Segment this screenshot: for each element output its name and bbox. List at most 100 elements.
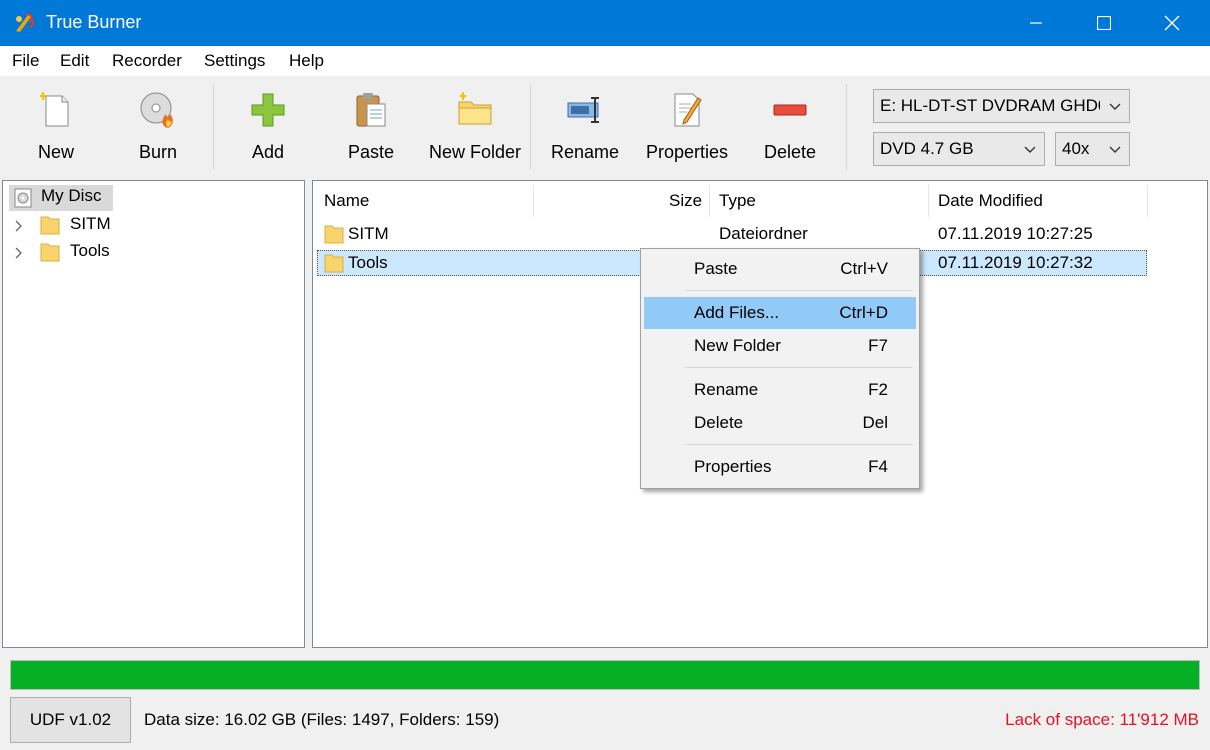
cell-name: Tools [348,253,388,272]
context-separator [685,367,913,368]
toolbar-separator [530,84,531,170]
properties-button[interactable]: Properties [644,76,730,176]
speed-select[interactable]: 40x [1055,132,1130,166]
context-item-properties[interactable]: Properties F4 [644,451,916,483]
column-size[interactable]: Size [669,191,702,211]
tree-item-tools[interactable]: Tools [13,241,133,265]
app-flame-icon [16,13,35,32]
chevron-down-icon [1024,146,1036,153]
paste-label: Paste [347,142,395,162]
context-item-shortcut: F2 [868,380,888,399]
disc-type-select[interactable]: DVD 4.7 GB [873,132,1045,166]
lack-of-space-text: Lack of space: 11'912 MB [1005,710,1199,729]
delete-minus-icon [773,104,807,116]
progress-fill [11,661,1199,689]
tree-root-label: My Disc [41,186,102,205]
burn-button[interactable]: Burn [118,76,198,176]
column-divider [709,185,710,217]
chevron-down-icon [1109,146,1121,153]
menu-settings[interactable]: Settings [204,51,265,71]
menu-bar: File Edit Recorder Settings Help [0,46,1210,76]
context-item-label: Add Files... [694,303,780,322]
context-item-shortcut: F7 [868,336,888,355]
maximize-icon [1097,16,1111,30]
menu-help[interactable]: Help [289,51,324,71]
properties-label: Properties [645,142,729,162]
toolbar-separator [846,84,847,170]
context-item-label: Delete [694,413,744,432]
context-item-new-folder[interactable]: New Folder F7 [644,330,916,362]
folder-icon [324,254,344,273]
new-disc-icon [40,92,69,127]
close-icon [1164,15,1180,31]
minimize-icon [1030,22,1042,24]
maximize-button[interactable] [1070,0,1138,46]
menu-file[interactable]: File [12,51,39,71]
table-row[interactable]: SITM Dateiordner 07.11.2019 10:27:25 [317,221,1147,247]
cell-name: SITM [348,224,389,243]
context-item-label: Paste [694,259,738,278]
new-label: New [37,142,74,162]
column-divider [533,185,534,217]
rename-button[interactable]: Rename [546,76,624,176]
delete-button[interactable]: Delete [752,76,828,176]
column-divider [928,185,929,217]
tree-item-root[interactable]: My Disc [11,186,121,210]
tree-item-sitm[interactable]: SITM [13,214,133,238]
context-item-paste[interactable]: Paste Ctrl+V [644,253,916,285]
cell-date: 07.11.2019 10:27:25 [938,224,1093,243]
context-item-add-files[interactable]: Add Files... Ctrl+D [644,297,916,329]
context-item-label: New Folder [694,336,781,355]
context-item-rename[interactable]: Rename F2 [644,374,916,406]
drive-select[interactable]: E: HL-DT-ST DVDRAM GHD0 [873,89,1130,123]
delete-label: Delete [763,142,817,162]
title-bar: True Burner [0,0,1210,46]
context-menu: Paste Ctrl+V Add Files... Ctrl+D New Fol… [640,248,920,489]
add-plus-icon [251,93,285,127]
context-item-shortcut: Del [862,413,888,432]
disc-usage-progress-bar [10,660,1200,690]
column-name[interactable]: Name [324,191,369,211]
cell-type: Dateiordner [719,224,808,243]
tree-item-label: SITM [70,214,111,233]
column-date-modified[interactable]: Date Modified [938,191,1043,211]
folder-icon [40,243,60,262]
new-folder-label: New Folder [428,142,522,162]
burn-label: Burn [138,142,178,162]
disc-icon [14,188,32,208]
column-type[interactable]: Type [719,191,756,211]
window-title: True Burner [46,12,142,32]
folder-tree[interactable]: My Disc SITM Tools [2,180,305,648]
minimize-button[interactable] [1002,0,1070,46]
new-folder-icon [458,92,492,125]
tree-item-label: Tools [70,241,110,260]
paste-button[interactable]: Paste [330,76,412,176]
chevron-right-icon [15,247,22,259]
burn-disc-icon [140,92,173,128]
drive-value: E: HL-DT-ST DVDRAM GHD0 [880,96,1100,115]
disc-type-value: DVD 4.7 GB [880,139,974,158]
context-item-shortcut: Ctrl+V [840,259,888,278]
new-button[interactable]: New [16,76,96,176]
folder-icon [324,225,344,244]
context-item-label: Rename [694,380,759,399]
context-item-delete[interactable]: Delete Del [644,407,916,439]
context-separator [685,290,913,291]
filesystem-button[interactable]: UDF v1.02 [10,697,131,743]
menu-recorder[interactable]: Recorder [112,51,182,71]
cell-date: 07.11.2019 10:27:32 [938,253,1093,272]
menu-edit[interactable]: Edit [60,51,89,71]
chevron-down-icon [1109,103,1121,110]
toolbar-separator [213,84,214,170]
context-separator [685,444,913,445]
close-button[interactable] [1138,0,1206,46]
new-folder-button[interactable]: New Folder [426,76,524,176]
data-size-text: Data size: 16.02 GB (Files: 1497, Folder… [144,710,500,729]
paste-clipboard-icon [356,93,386,127]
properties-pencil-icon [674,93,702,127]
context-item-shortcut: F4 [868,457,888,476]
speed-value: 40x [1062,139,1090,158]
add-label: Add [251,142,285,162]
add-button[interactable]: Add [228,76,308,176]
rename-icon [567,97,599,123]
